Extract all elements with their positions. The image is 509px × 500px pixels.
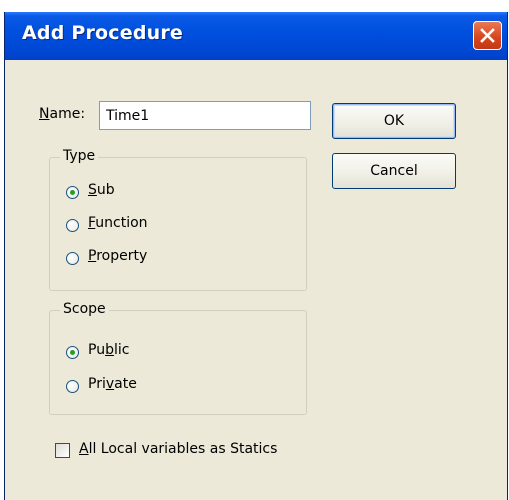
- type-group-legend: Type: [60, 148, 99, 164]
- radio-property[interactable]: [66, 252, 79, 265]
- statics-checkbox[interactable]: [55, 443, 70, 458]
- close-button[interactable]: [473, 21, 502, 50]
- function-option-label[interactable]: Function: [88, 215, 148, 231]
- radio-sub[interactable]: [66, 186, 79, 199]
- radio-private[interactable]: [66, 380, 79, 393]
- cancel-button[interactable]: Cancel: [332, 153, 456, 189]
- public-option-label[interactable]: Public: [88, 342, 129, 358]
- title-bar[interactable]: Add Procedure: [5, 12, 507, 60]
- radio-function[interactable]: [66, 219, 79, 232]
- close-icon: [480, 28, 495, 43]
- scope-group: Scope: [49, 301, 307, 415]
- scope-group-legend: Scope: [60, 301, 109, 317]
- dialog-body: Name: OK Cancel Type Sub Function Proper…: [5, 60, 507, 500]
- ok-button[interactable]: OK: [332, 103, 456, 139]
- statics-checkbox-label[interactable]: All Local variables as Statics: [79, 441, 277, 457]
- name-label: Name:: [39, 106, 86, 122]
- sub-option-label[interactable]: Sub: [88, 182, 115, 198]
- property-option-label[interactable]: Property: [88, 248, 147, 264]
- name-field[interactable]: [99, 101, 311, 130]
- add-procedure-dialog: Add Procedure Name: OK Cancel Type Sub F…: [4, 12, 508, 500]
- dialog-title: Add Procedure: [22, 22, 184, 44]
- private-option-label[interactable]: Private: [88, 376, 137, 392]
- radio-public[interactable]: [66, 346, 79, 359]
